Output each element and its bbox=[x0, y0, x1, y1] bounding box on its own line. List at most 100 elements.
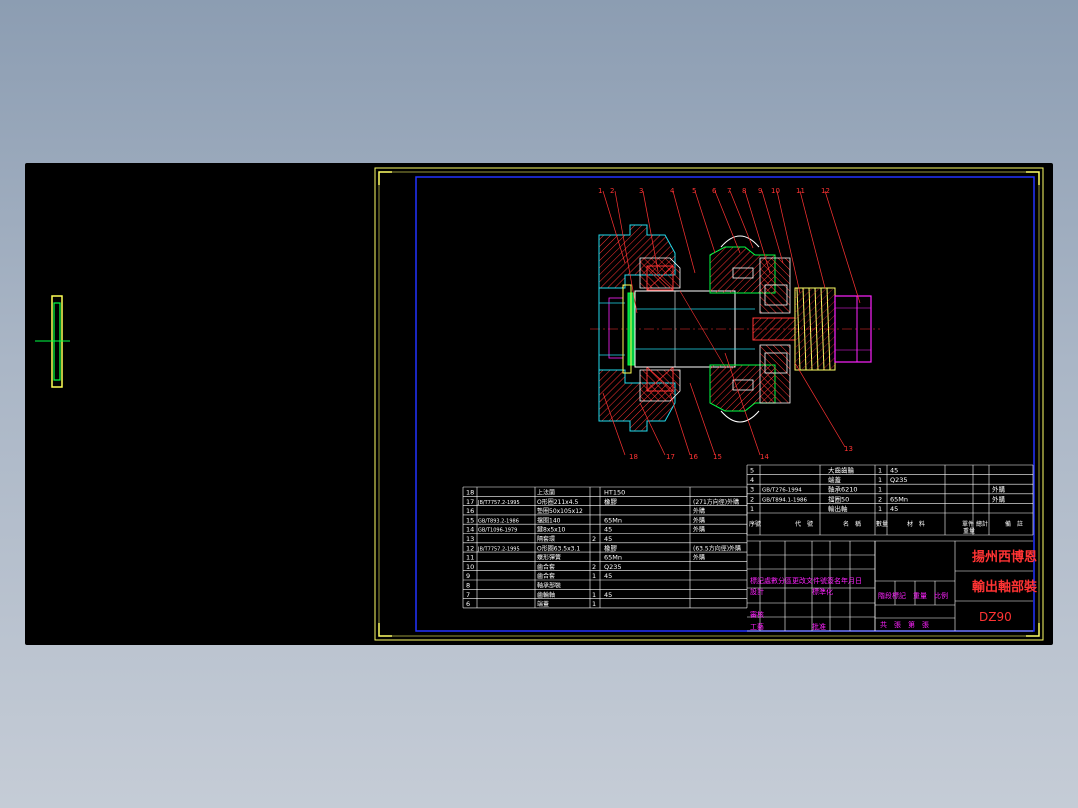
top-bom-note: 外購 bbox=[992, 485, 1006, 494]
top-bom-mat: 45 bbox=[890, 505, 898, 513]
top-bom-header: 備 註 bbox=[1005, 520, 1023, 528]
left-bom-no: 7 bbox=[466, 591, 470, 599]
side-view-part bbox=[35, 295, 70, 388]
left-bom-qty: 2 bbox=[592, 563, 596, 571]
design-label: 設計 bbox=[750, 587, 764, 596]
balloon-4: 4 bbox=[670, 187, 675, 195]
left-bom-name: 蝶形彈簧 bbox=[537, 554, 561, 562]
top-bom-qty: 1 bbox=[878, 467, 882, 475]
left-bom-note: (271方向徑)外購 bbox=[693, 498, 739, 506]
left-bom-qty: 1 bbox=[592, 600, 596, 608]
balloon-2: 2 bbox=[610, 187, 614, 195]
top-bom-qty: 1 bbox=[878, 505, 882, 513]
drawing-border bbox=[374, 167, 1044, 641]
left-bom-code: GB/T893.2-1986 bbox=[478, 518, 519, 524]
left-bom-no: 9 bbox=[466, 572, 470, 580]
balloon-17: 17 bbox=[666, 453, 675, 461]
left-bom-name: 齒合套 bbox=[537, 572, 555, 580]
top-bom-no: 1 bbox=[750, 505, 754, 513]
balloon-16: 16 bbox=[689, 453, 698, 461]
balloon-10: 10 bbox=[771, 187, 780, 195]
left-bom-name: 齒輪軸 bbox=[537, 591, 555, 599]
cad-viewport[interactable]: 1 2 3 4 5 6 7 8 9 10 11 12 13 14 15 16 1… bbox=[25, 163, 1053, 645]
balloon-8: 8 bbox=[742, 187, 746, 195]
top-bom-code: GB/T276-1994 bbox=[762, 488, 802, 494]
top-bom-name: 大齒齒輪 bbox=[828, 466, 855, 475]
left-bom-no: 18 bbox=[466, 489, 474, 497]
title-block: 揚州西博恩 輸出軸部裝 DZ90 標記處數分區更改文件號簽名年月日 設計 標準化… bbox=[750, 549, 1038, 631]
balloon-9: 9 bbox=[758, 187, 762, 195]
balloon-5: 5 bbox=[692, 187, 696, 195]
left-bom-name: 鍵8x5x10 bbox=[537, 526, 566, 534]
left-bom-code: GB/T1096-1979 bbox=[478, 528, 517, 534]
top-bom-header: 數量 bbox=[876, 520, 888, 528]
balloon-14: 14 bbox=[760, 453, 769, 461]
left-bom-name: 軸承部裝 bbox=[537, 582, 561, 590]
balloon-15: 15 bbox=[713, 453, 722, 461]
left-bom-mat: 45 bbox=[604, 572, 612, 580]
top-bom-no: 3 bbox=[750, 486, 754, 494]
left-bom-no: 14 bbox=[466, 526, 474, 534]
left-bom-name: 齒合套 bbox=[537, 563, 555, 571]
assembly-section-view bbox=[590, 190, 880, 456]
top-bom-qty: 2 bbox=[878, 495, 882, 503]
left-bom-note: 外購 bbox=[693, 554, 705, 562]
approve-label: 批准 bbox=[812, 622, 826, 631]
left-bom-no: 10 bbox=[466, 563, 474, 571]
left-bom-name: O形圈63.5x3.1 bbox=[537, 544, 580, 552]
left-bom-note: 外購 bbox=[693, 516, 705, 524]
revision-row: 標記處數分區更改文件號簽名年月日 bbox=[750, 576, 862, 585]
stage-row: 階段標記 重量 比例 bbox=[878, 591, 948, 600]
left-bom-qty: 1 bbox=[592, 572, 596, 580]
balloon-18: 18 bbox=[629, 453, 638, 461]
left-bom-mat: 65Mn bbox=[604, 516, 622, 524]
balloon-11: 11 bbox=[796, 187, 805, 195]
balloon-12: 12 bbox=[821, 187, 830, 195]
top-bom-qty: 1 bbox=[878, 476, 882, 484]
top-bom-no: 4 bbox=[750, 476, 754, 484]
drawing-canvas: 1 2 3 4 5 6 7 8 9 10 11 12 13 14 15 16 1… bbox=[35, 167, 1044, 641]
top-bom-note: 外購 bbox=[992, 494, 1006, 503]
balloon-1: 1 bbox=[598, 187, 602, 195]
left-bom-mat: 45 bbox=[604, 535, 612, 543]
left-bom-no: 17 bbox=[466, 498, 474, 506]
left-bom-mat: 45 bbox=[604, 591, 612, 599]
top-bom-name: 端蓋 bbox=[828, 475, 842, 484]
left-bom-note: 外購 bbox=[693, 526, 705, 534]
left-bom-no: 16 bbox=[466, 507, 474, 515]
standard-label: 標準化 bbox=[812, 587, 833, 596]
top-bom-header-weight: 重量 bbox=[963, 527, 975, 535]
left-bom-code: JB/T7757.2-1995 bbox=[477, 546, 520, 552]
left-bom-qty: 2 bbox=[592, 535, 596, 543]
left-bom-mat: HT150 bbox=[604, 489, 625, 497]
top-bom-no: 5 bbox=[750, 467, 754, 475]
top-bom-code: GB/T894.1-1986 bbox=[762, 497, 807, 503]
left-bom-qty: 1 bbox=[592, 591, 596, 599]
left-bom-mat: 橡膠 bbox=[604, 497, 618, 506]
balloon-13: 13 bbox=[844, 445, 853, 453]
top-bom-mat: 65Mn bbox=[890, 495, 908, 503]
left-bom-no: 8 bbox=[466, 582, 470, 590]
top-bom-name: 擋圈50 bbox=[828, 494, 849, 503]
left-bom-no: 15 bbox=[466, 516, 474, 524]
left-bom-no: 6 bbox=[466, 600, 470, 608]
craft-label: 工藝 bbox=[750, 622, 764, 631]
top-bom-mat: Q235 bbox=[890, 476, 908, 484]
top-bom-header: 序號 bbox=[749, 520, 761, 528]
left-bom-name: 上法蘭 bbox=[537, 489, 555, 497]
sheets-label: 共 張 第 張 bbox=[880, 620, 929, 629]
top-bom-header: 總計 bbox=[976, 520, 988, 528]
left-bom-mat: 45 bbox=[604, 526, 612, 534]
left-bom-name: 隔套環 bbox=[537, 535, 555, 543]
left-bom-mat: 橡膠 bbox=[604, 543, 618, 552]
balloon-7: 7 bbox=[727, 187, 731, 195]
left-bom-no: 12 bbox=[466, 544, 474, 552]
left-bom-name: 端蓋 bbox=[537, 600, 549, 608]
left-bom-name: 擋圈140 bbox=[537, 516, 561, 524]
balloon-3: 3 bbox=[639, 187, 643, 195]
left-bom-note: 外購 bbox=[693, 507, 705, 515]
top-bom-header: 材 料 bbox=[907, 520, 925, 528]
left-bom-mat: 65Mn bbox=[604, 554, 622, 562]
top-bom-name: 輸出軸 bbox=[828, 504, 848, 513]
title-line-1: 揚州西博恩 bbox=[972, 549, 1037, 565]
